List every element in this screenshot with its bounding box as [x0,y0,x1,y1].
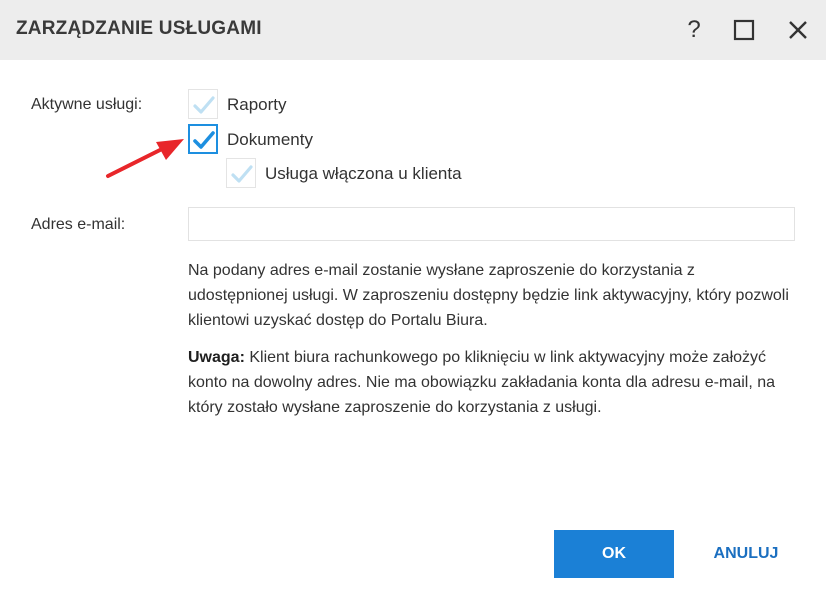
note-paragraph: Uwaga: Klient biura rachunkowego po klik… [188,345,798,420]
dialog-title: ZARZĄDZANIE USŁUGAMI [16,18,262,39]
email-label: Adres e-mail: [31,216,126,233]
usluga-wlaczona-label: Usługa włączona u klienta [265,164,462,183]
cancel-button[interactable]: ANULUJ [698,530,794,578]
raporty-checkbox[interactable] [188,89,218,119]
note-label: Uwaga: [188,349,245,366]
ok-button[interactable]: OK [554,530,674,578]
services-label: Aktywne usługi: [31,96,143,113]
annotation-arrow [106,139,184,178]
dokumenty-label: Dokumenty [227,130,313,149]
maximize-icon[interactable] [726,12,762,48]
help-icon[interactable]: ? [676,12,712,48]
usluga-wlaczona-checkbox[interactable] [226,158,256,188]
checkmark-icon [193,96,215,114]
email-input[interactable] [188,207,795,241]
raporty-label: Raporty [227,95,287,114]
checkmark-icon [231,165,253,183]
info-paragraph: Na podany adres e-mail zostanie wysłane … [188,262,789,329]
checkmark-icon [193,131,215,149]
close-icon[interactable] [780,12,816,48]
dialog-titlebar: ZARZĄDZANIE USŁUGAMI ? [0,0,826,60]
note-text: Klient biura rachunkowego po kliknięciu … [188,349,776,416]
